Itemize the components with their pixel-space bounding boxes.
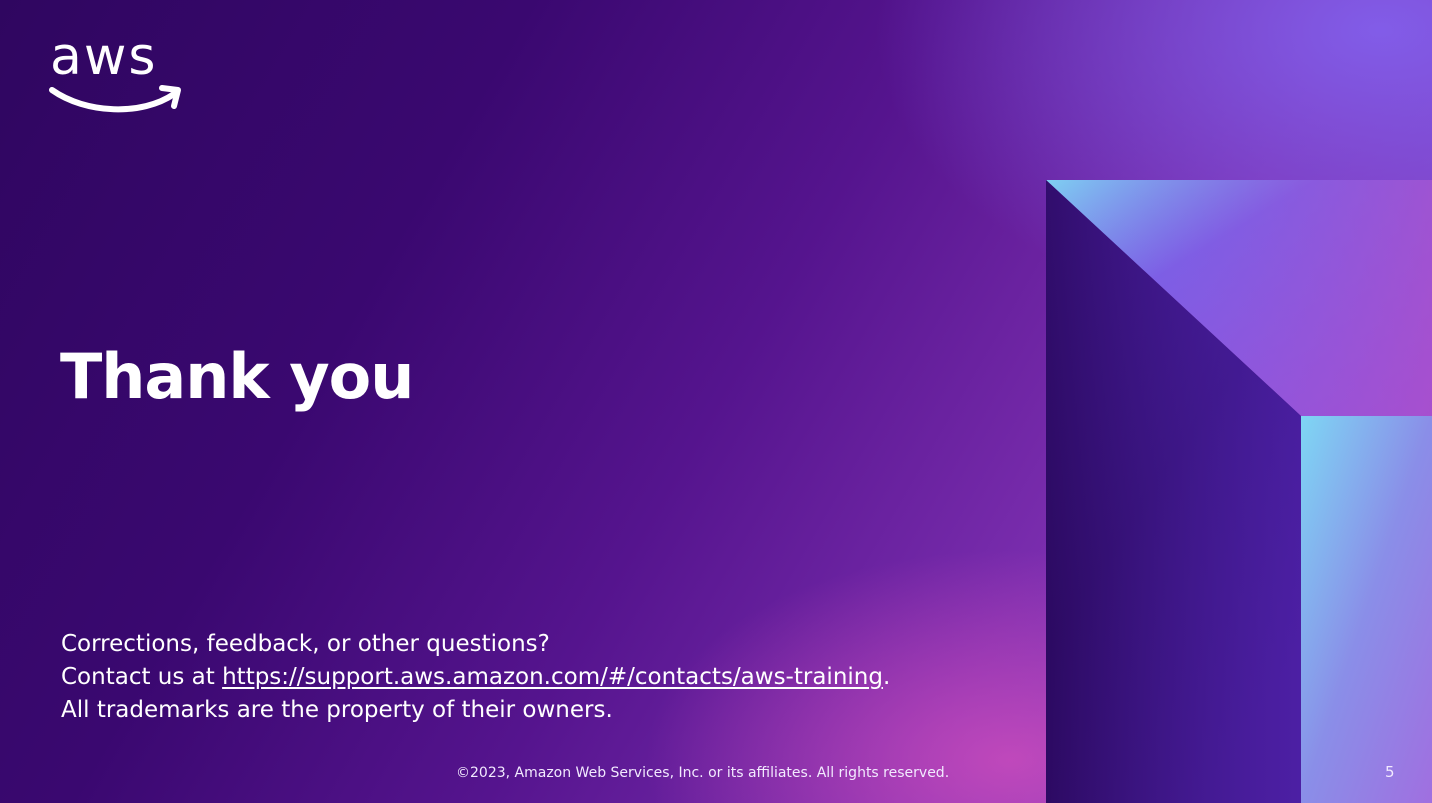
aws-logo: aws [46, 28, 184, 116]
slide-title: Thank you [60, 340, 414, 413]
support-link[interactable]: https://support.aws.amazon.com/#/contact… [222, 664, 883, 690]
copyright-footer: ©2023, Amazon Web Services, Inc. or its … [456, 765, 950, 781]
slide: aws Thank you Corrections, feedback, or … [0, 0, 1432, 803]
contact-line-link: Contact us at https://support.aws.amazon… [61, 661, 890, 694]
contact-text-block: Corrections, feedback, or other question… [61, 628, 890, 727]
contact-line-questions: Corrections, feedback, or other question… [61, 631, 550, 657]
page-number: 5 [1385, 763, 1395, 781]
aws-logo-text: aws [50, 28, 158, 87]
contact-suffix: . [882, 664, 891, 690]
aws-logo-icon: aws [49, 28, 181, 113]
contact-prefix: Contact us at [61, 664, 223, 690]
contact-line-trademarks: All trademarks are the property of their… [61, 697, 613, 723]
